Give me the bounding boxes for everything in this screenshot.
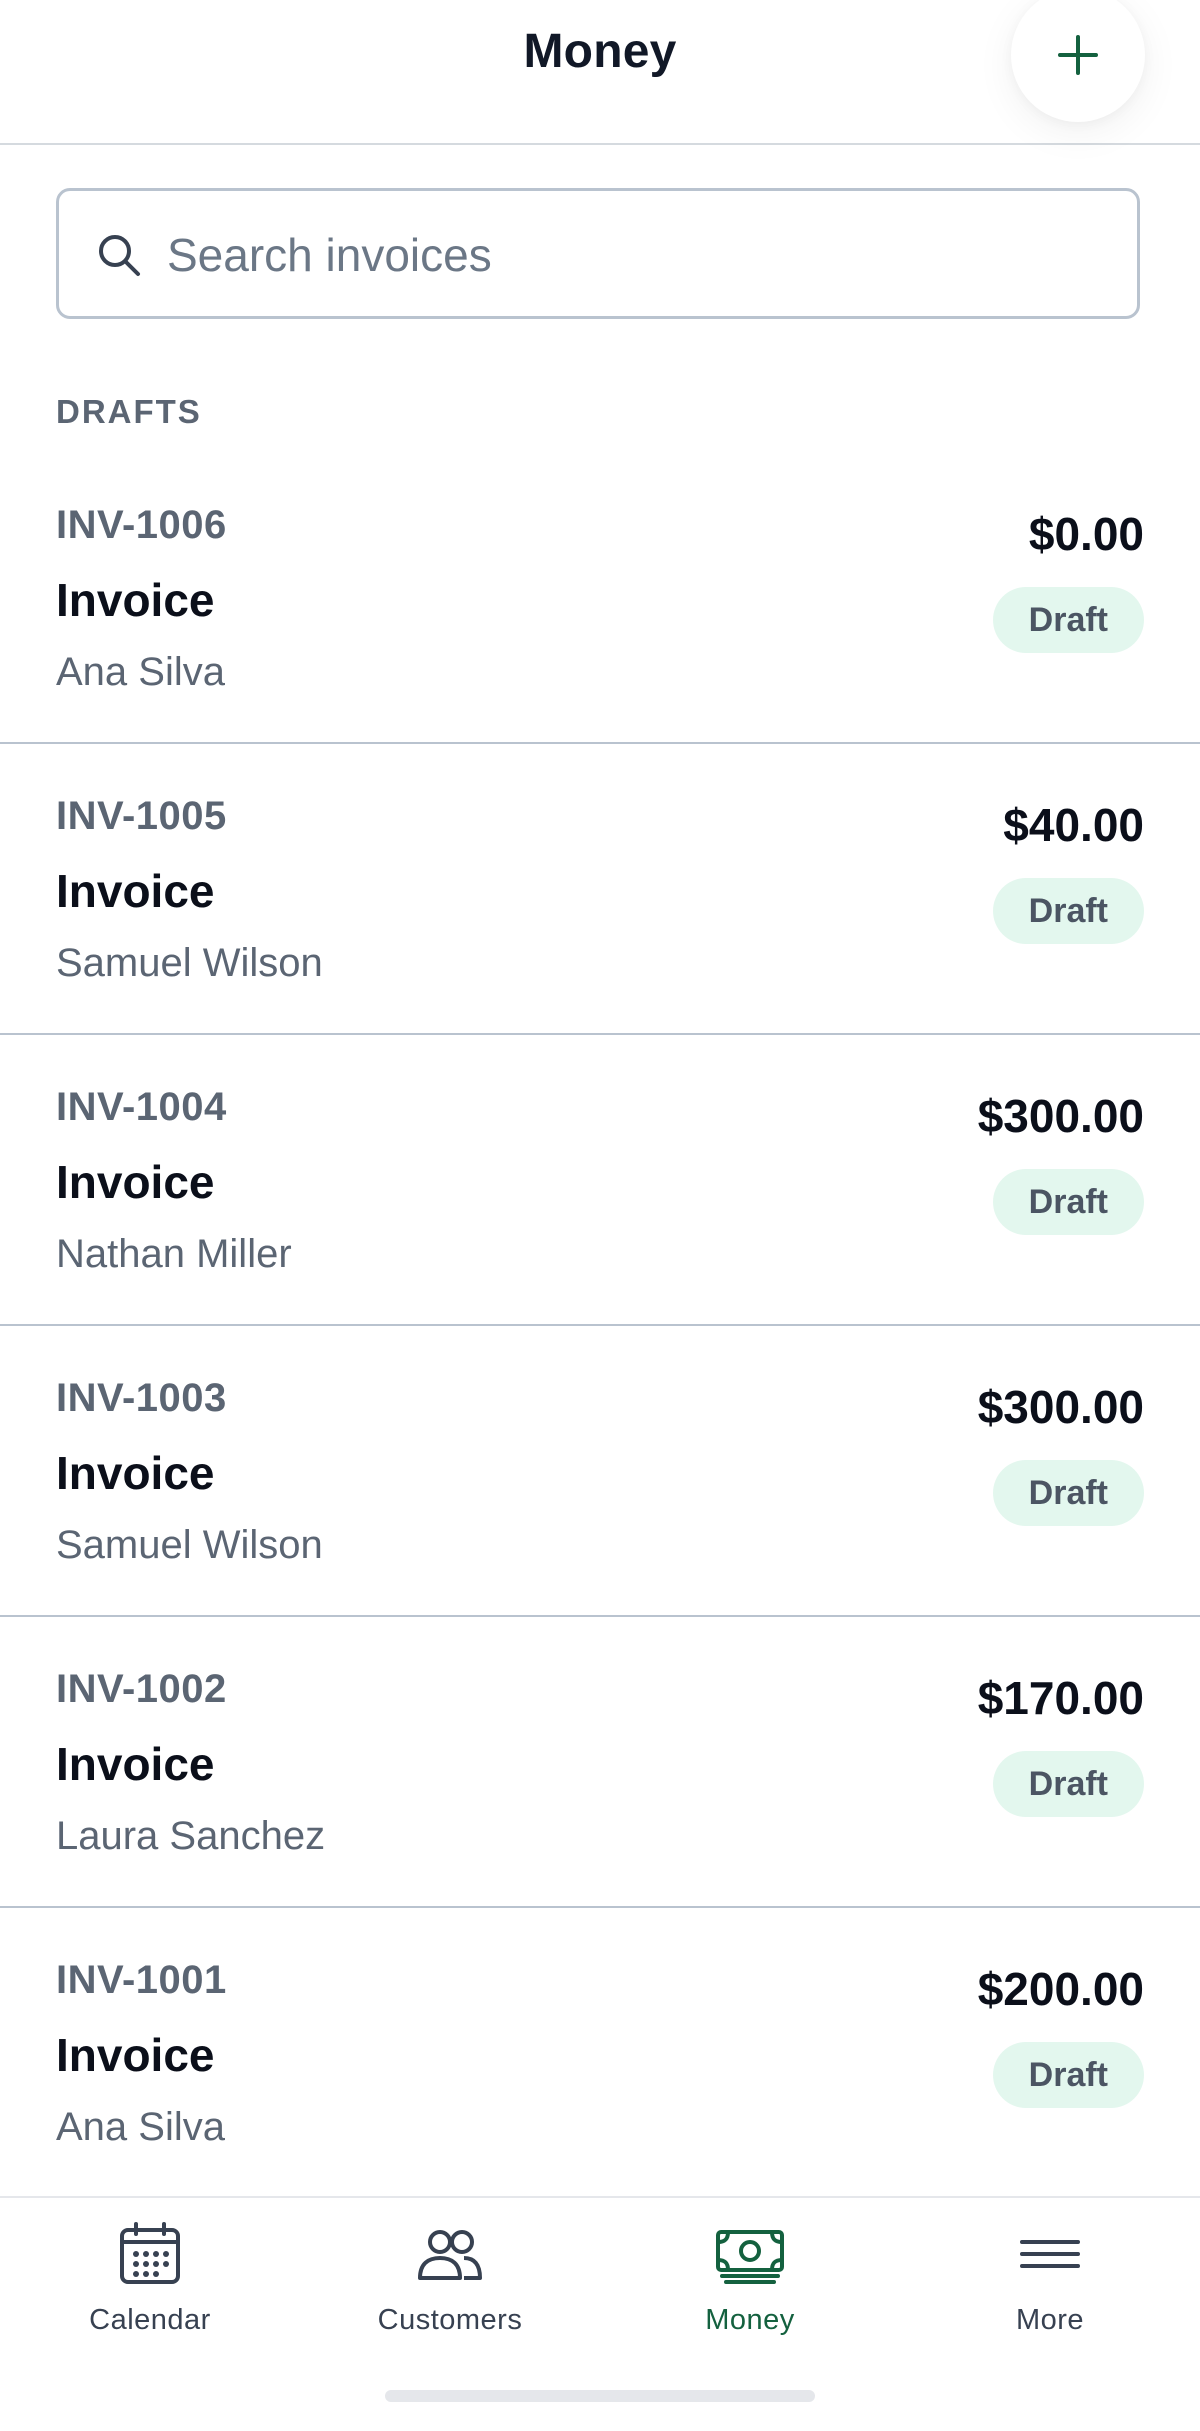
invoice-title: Invoice bbox=[56, 1156, 215, 1208]
invoice-list: INV-1006 Invoice Ana Silva $0.00 Draft I… bbox=[0, 453, 1200, 2199]
tab-money[interactable]: Money bbox=[600, 2218, 900, 2358]
tab-label: Customers bbox=[377, 2304, 523, 2336]
home-indicator bbox=[385, 2390, 815, 2402]
invoice-title: Invoice bbox=[56, 2029, 215, 2081]
tab-label: Calendar bbox=[89, 2304, 211, 2336]
invoice-row[interactable]: INV-1001 Invoice Ana Silva $200.00 Draft bbox=[0, 1908, 1200, 2199]
invoice-customer: Nathan Miller bbox=[56, 1232, 292, 1276]
search-input[interactable] bbox=[165, 191, 1109, 318]
tab-more[interactable]: More bbox=[900, 2218, 1200, 2358]
invoice-row[interactable]: INV-1005 Invoice Samuel Wilson $40.00 Dr… bbox=[0, 744, 1200, 1035]
invoice-title: Invoice bbox=[56, 1447, 215, 1499]
top-bar: Money bbox=[0, 0, 1200, 145]
invoice-customer: Samuel Wilson bbox=[56, 941, 323, 985]
tab-customers[interactable]: Customers bbox=[300, 2218, 600, 2358]
status-badge: Draft bbox=[992, 1460, 1144, 1526]
invoice-amount: $300.00 bbox=[977, 1090, 1144, 1142]
status-badge: Draft bbox=[992, 878, 1144, 944]
invoice-row[interactable]: INV-1002 Invoice Laura Sanchez $170.00 D… bbox=[0, 1617, 1200, 1908]
status-badge: Draft bbox=[992, 1751, 1144, 1817]
invoice-number: INV-1006 bbox=[56, 503, 227, 547]
invoice-number: INV-1005 bbox=[56, 794, 227, 838]
section-label-drafts: DRAFTS bbox=[56, 393, 202, 430]
invoice-number: INV-1001 bbox=[56, 1958, 227, 2002]
invoice-amount: $200.00 bbox=[977, 1963, 1144, 2015]
add-invoice-button[interactable] bbox=[1011, 0, 1145, 122]
invoice-customer: Laura Sanchez bbox=[56, 1814, 326, 1858]
invoice-title: Invoice bbox=[56, 1738, 215, 1790]
menu-icon bbox=[1020, 2240, 1080, 2268]
invoice-row[interactable]: INV-1004 Invoice Nathan Miller $300.00 D… bbox=[0, 1035, 1200, 1326]
money-icon bbox=[716, 2230, 784, 2284]
calendar-icon bbox=[120, 2222, 180, 2284]
status-badge: Draft bbox=[992, 2042, 1144, 2108]
invoice-number: INV-1004 bbox=[56, 1085, 227, 1129]
invoice-customer: Ana Silva bbox=[56, 650, 225, 694]
invoice-title: Invoice bbox=[56, 574, 215, 626]
invoice-customer: Ana Silva bbox=[56, 2105, 225, 2149]
tab-calendar[interactable]: Calendar bbox=[0, 2218, 300, 2358]
status-badge: Draft bbox=[992, 1169, 1144, 1235]
plus-icon bbox=[1058, 35, 1098, 75]
invoice-amount: $40.00 bbox=[1003, 799, 1144, 851]
invoice-row[interactable]: INV-1003 Invoice Samuel Wilson $300.00 D… bbox=[0, 1326, 1200, 1617]
invoice-amount: $0.00 bbox=[1028, 508, 1144, 560]
invoice-title: Invoice bbox=[56, 865, 215, 917]
tab-label: Money bbox=[705, 2304, 795, 2336]
status-badge: Draft bbox=[992, 587, 1144, 653]
search-field[interactable] bbox=[56, 188, 1140, 319]
search-icon bbox=[99, 235, 140, 276]
tab-label: More bbox=[1015, 2304, 1085, 2336]
customers-icon bbox=[418, 2230, 482, 2280]
invoice-amount: $300.00 bbox=[977, 1381, 1144, 1433]
invoice-number: INV-1003 bbox=[56, 1376, 227, 1420]
invoice-amount: $170.00 bbox=[977, 1672, 1144, 1724]
invoice-row[interactable]: INV-1006 Invoice Ana Silva $0.00 Draft bbox=[0, 453, 1200, 744]
invoice-customer: Samuel Wilson bbox=[56, 1523, 323, 1567]
invoice-number: INV-1002 bbox=[56, 1667, 227, 1711]
